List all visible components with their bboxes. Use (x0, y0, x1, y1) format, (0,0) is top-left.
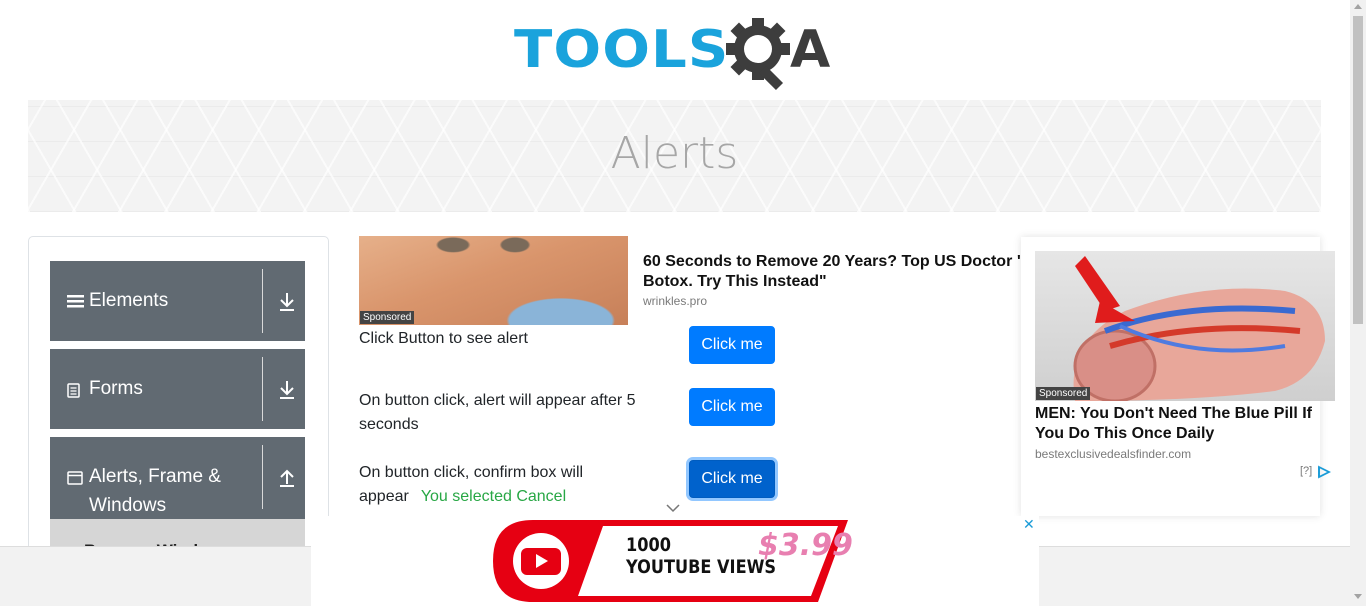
scroll-down-arrow-icon[interactable] (1354, 594, 1362, 599)
logo-text-tools: TOOLS (514, 20, 730, 80)
document-icon (67, 383, 80, 398)
sidebar-group-forms[interactable]: Forms (50, 349, 305, 429)
ad-domain[interactable]: wrinkles.pro (643, 294, 707, 308)
alert-description: Click Button to see alert (359, 330, 528, 347)
sponsored-badge: Sponsored (1036, 387, 1091, 400)
confirm-button[interactable]: Click me (689, 460, 775, 498)
sidebar-group-label: Elements (89, 290, 169, 311)
ad-illustration (1073, 256, 1325, 401)
ad-image[interactable]: Sponsored (359, 236, 628, 325)
gear-magnifier-icon (726, 18, 790, 91)
sidebar-group-elements[interactable]: Elements (50, 261, 305, 341)
ad-headline-line1: 60 Seconds to Remove 20 Years? Top US Do… (643, 253, 1025, 270)
ad-bottom-line1: 1000 (626, 534, 671, 556)
divider (262, 357, 263, 421)
confirm-result: You selected Cancel (420, 488, 567, 505)
ad-info-link[interactable]: [?] (1300, 465, 1312, 477)
toolsqa-logo[interactable]: TOOLS A (514, 14, 838, 91)
window-icon (67, 471, 83, 485)
ad-headline[interactable]: 60 Seconds to Remove 20 Years? Top US Do… (643, 252, 1028, 292)
ad-bottom-line2: YOUTUBE VIEWS (626, 556, 777, 578)
sponsored-badge: Sponsored (360, 311, 415, 324)
scroll-up-arrow-icon[interactable] (1354, 4, 1362, 9)
hamburger-icon (67, 295, 84, 308)
close-icon[interactable]: ✕ (1023, 516, 1035, 533)
sidebar: Elements Forms Alerts, Frame & Windows (28, 236, 329, 567)
sidebar-group-label: Forms (89, 378, 143, 399)
timer-alert-description: On button click, alert will appear after… (359, 392, 636, 433)
download-icon[interactable] (277, 291, 297, 313)
adchoices-icon[interactable] (1317, 465, 1331, 479)
confirm-description: On button click, confirm box will appear… (359, 461, 649, 509)
ad-bottom-price: $3.99 (758, 528, 853, 563)
ad-image[interactable]: Sponsored (1035, 251, 1335, 401)
sidebar-group-label-line2: Windows (89, 495, 167, 516)
sidebar-group-label: Alerts, Frame & (89, 466, 221, 487)
divider (262, 269, 263, 333)
upload-icon[interactable] (277, 467, 297, 489)
sidebar-group-alerts-frame-windows[interactable]: Alerts, Frame & Windows (50, 437, 305, 519)
logo-text-a: A (790, 20, 831, 80)
chevron-down-icon[interactable] (666, 503, 680, 513)
page: TOOLS A Alerts Elements Forms Alerts, Fr… (0, 0, 1366, 606)
ad-right-panel[interactable]: Sponsored MEN: You Don't Need The Blue P… (1021, 237, 1335, 516)
ad-bottom-banner[interactable]: 1000 YOUTUBE VIEWS $3.99 ✕ (311, 516, 1039, 606)
alert-button[interactable]: Click me (689, 326, 775, 364)
divider (262, 445, 263, 509)
timer-alert-button[interactable]: Click me (689, 388, 775, 426)
ad-domain[interactable]: bestexclusivedealsfinder.com (1035, 447, 1191, 461)
scrollbar[interactable] (1350, 0, 1366, 606)
ad-headline-line2: Botox. Try This Instead" (643, 273, 827, 290)
page-banner: Alerts (28, 100, 1321, 212)
page-title: Alerts (610, 128, 739, 179)
download-icon[interactable] (277, 379, 297, 401)
scrollbar-thumb[interactable] (1353, 16, 1363, 324)
ad-headline[interactable]: MEN: You Don't Need The Blue Pill If You… (1035, 404, 1320, 444)
